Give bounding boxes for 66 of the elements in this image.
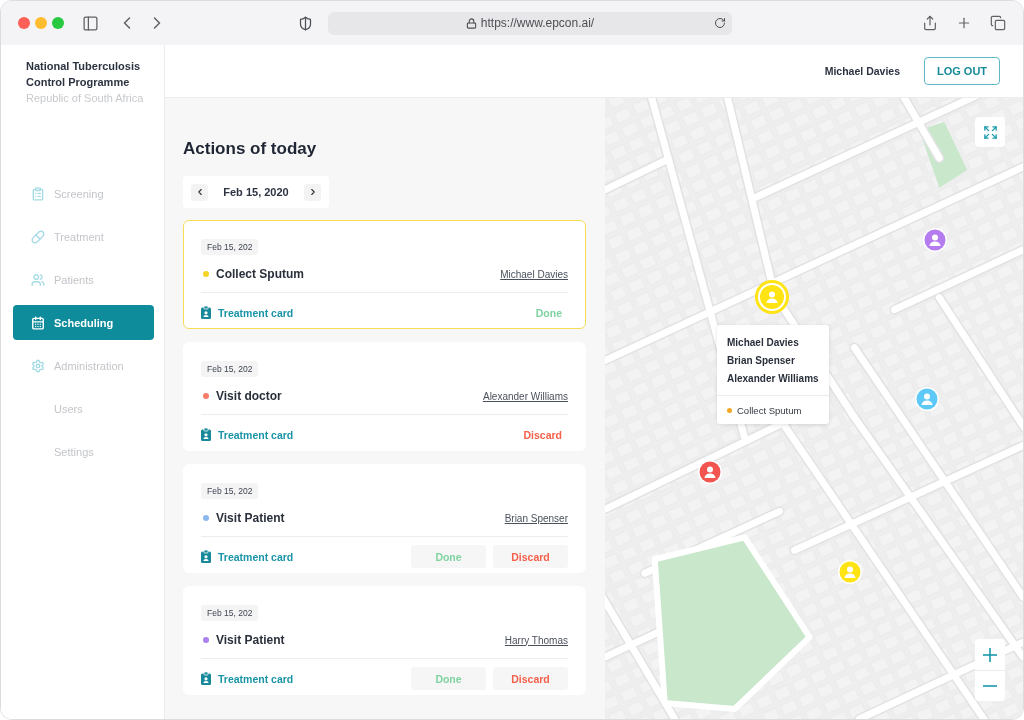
clipboard-icon <box>201 306 211 319</box>
treatment-card-link[interactable]: Treatment card <box>201 550 294 563</box>
person-marker-icon[interactable] <box>838 560 862 584</box>
logout-button[interactable]: LOG OUT <box>924 57 1000 85</box>
action-label: Collect Sputum <box>737 404 802 416</box>
fullscreen-button[interactable] <box>975 117 1005 147</box>
person-marker-icon[interactable] <box>923 228 947 252</box>
shield-icon[interactable] <box>298 15 313 31</box>
clipboard-icon <box>31 186 45 201</box>
user-name: Michael Davies <box>824 65 900 77</box>
sidebar-toggle-icon[interactable] <box>82 14 99 32</box>
action-card[interactable]: Feb 15, 202 Collect Sputum Michael Davies Treatment card Done <box>183 220 586 329</box>
person-marker-icon[interactable] <box>915 387 939 411</box>
patient-name: Michael Davies <box>726 336 800 350</box>
patient-link[interactable]: Harry Thomas <box>504 634 568 646</box>
organization-name: National Tuberculosis Control Programme <box>26 59 142 90</box>
date-tag: Feb 15, 202 <box>201 361 259 377</box>
clipboard-icon <box>201 550 211 563</box>
people-icon <box>31 272 45 287</box>
person-marker-icon[interactable] <box>698 460 722 484</box>
previous-date-button[interactable] <box>191 183 208 201</box>
action-card[interactable]: Feb 15, 202 Visit Patient Brian Spenser Treatment card Done Discard <box>183 464 586 573</box>
country-name: Republic of South Africa <box>26 91 145 106</box>
pill-icon <box>31 229 45 244</box>
minus-icon <box>983 685 997 687</box>
treatment-card-link[interactable]: Treatment card <box>201 672 294 685</box>
treatment-card-link[interactable]: Treatment card <box>201 306 294 319</box>
window-maximize-button[interactable] <box>52 17 64 29</box>
date-tag: Feb 15, 202 <box>201 605 259 621</box>
action-title: Visit doctor <box>216 389 282 403</box>
person-marker-icon[interactable] <box>755 280 789 314</box>
lock-icon <box>465 17 477 29</box>
patient-name: Alexander Williams <box>726 372 820 386</box>
plus-icon <box>983 647 997 662</box>
next-date-button[interactable] <box>304 183 321 201</box>
action-card[interactable]: Feb 15, 202 Visit Patient Harry Thomas Treatment card Done Discard <box>183 586 586 695</box>
date-tag: Feb 15, 202 <box>201 483 259 499</box>
calendar-icon <box>31 315 45 330</box>
url-text: https://www.epcon.ai/ <box>480 16 595 30</box>
date-label: Feb 15, 2020 <box>223 186 289 198</box>
discard-button[interactable]: Discard <box>517 423 568 446</box>
reload-icon[interactable] <box>714 17 726 29</box>
window-minimize-button[interactable] <box>35 17 47 29</box>
action-title: Visit Patient <box>216 511 285 525</box>
patient-link[interactable]: Alexander Williams <box>482 390 568 402</box>
nav-item[interactable]: Scheduling <box>13 305 154 340</box>
discard-button[interactable]: Discard <box>493 545 568 568</box>
treatment-card-link[interactable]: Treatment card <box>201 428 294 441</box>
address-bar[interactable]: https://www.epcon.ai/ <box>328 11 732 35</box>
action-card[interactable]: Feb 15, 202 Visit doctor Alexander Williams Treatment card Discard <box>183 342 586 451</box>
clipboard-icon <box>201 428 211 441</box>
page-title: Actions of today <box>183 138 318 159</box>
date-tag: Feb 15, 202 <box>201 239 259 255</box>
tabs-icon[interactable] <box>990 15 1006 31</box>
patient-link[interactable]: Michael Davies <box>500 268 568 280</box>
expand-icon <box>982 124 998 140</box>
clipboard-icon <box>201 672 211 685</box>
new-tab-icon[interactable] <box>956 15 972 31</box>
gear-icon <box>31 358 45 373</box>
window-close-button[interactable] <box>18 17 30 29</box>
share-icon[interactable] <box>922 15 938 31</box>
patient-link[interactable]: Brian Spenser <box>504 512 568 524</box>
action-title: Visit Patient <box>216 633 285 647</box>
patient-name: Brian Spenser <box>726 354 796 368</box>
action-title: Collect Sputum <box>216 267 304 281</box>
discard-button[interactable]: Discard <box>493 667 568 690</box>
